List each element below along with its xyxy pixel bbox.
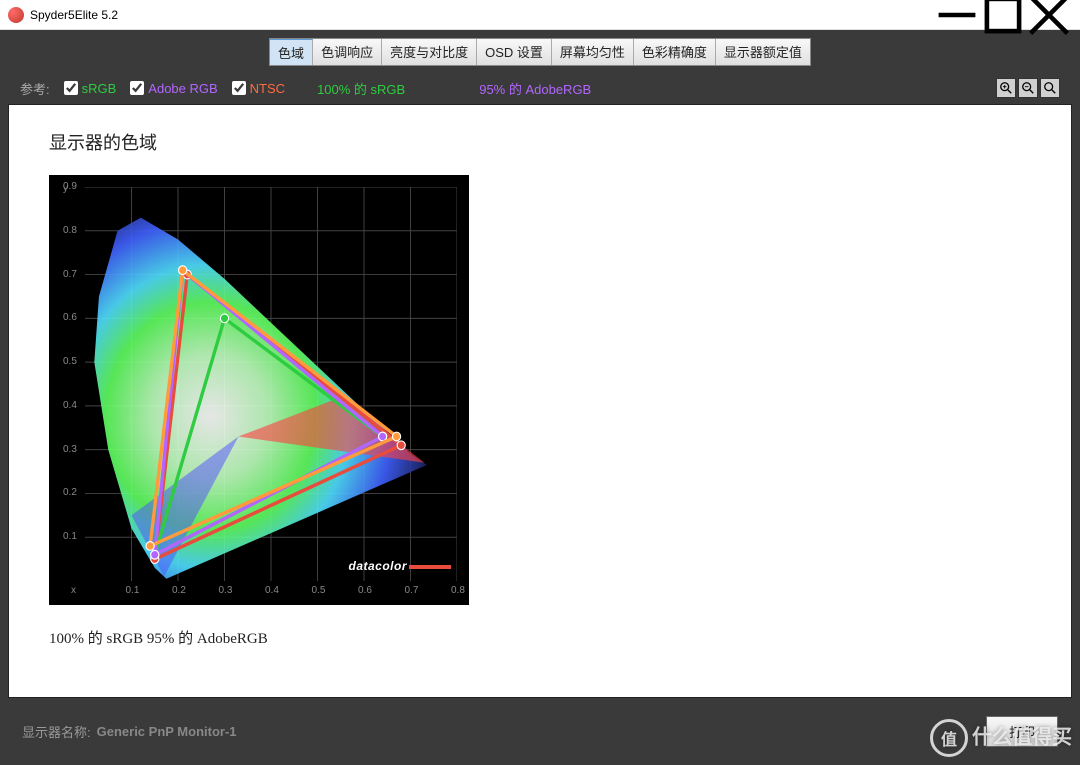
zoom-controls	[996, 78, 1060, 98]
options-bar: 参考: sRGB Adobe RGB NTSC 100% 的 sRGB 95% …	[8, 72, 1072, 104]
reference-label: 参考:	[20, 79, 50, 98]
tab-6[interactable]: 显示器额定值	[716, 39, 810, 65]
x-tick: 0.7	[405, 585, 419, 596]
footer: 显示器名称: Generic PnP Monitor-1 打印	[8, 706, 1072, 757]
maximize-button[interactable]	[980, 0, 1026, 30]
tabs-row: 色域色调响应亮度与对比度OSD 设置屏幕均匀性色彩精确度显示器额定值	[8, 38, 1072, 66]
tab-5[interactable]: 色彩精确度	[634, 39, 716, 65]
tabs: 色域色调响应亮度与对比度OSD 设置屏幕均匀性色彩精确度显示器额定值	[269, 38, 811, 66]
section-title: 显示器的色域	[49, 129, 1031, 155]
app-icon	[8, 7, 24, 23]
tab-0[interactable]: 色域	[270, 39, 313, 65]
x-tick: 0.3	[219, 585, 233, 596]
zoom-fit-button[interactable]	[1040, 78, 1060, 98]
print-button[interactable]: 打印	[986, 716, 1058, 747]
srgb-label: sRGB	[82, 81, 117, 96]
close-button[interactable]	[1026, 0, 1072, 30]
zoom-out-button[interactable]	[1018, 78, 1038, 98]
srgb-coverage-stat: 100% 的 sRGB	[317, 79, 405, 98]
adobe-checkbox[interactable]: Adobe RGB	[130, 81, 217, 96]
x-tick: 0.8	[451, 585, 465, 596]
summary-text: 100% 的 sRGB 95% 的 AdobeRGB	[49, 627, 1031, 648]
x-tick: 0.4	[265, 585, 279, 596]
x-tick: 0.5	[312, 585, 326, 596]
minimize-button[interactable]	[934, 0, 980, 30]
tab-4[interactable]: 屏幕均匀性	[552, 39, 634, 65]
x-tick: 0.2	[172, 585, 186, 596]
srgb-checkbox[interactable]: sRGB	[64, 81, 117, 96]
brand-watermark: datacolor	[348, 559, 451, 573]
tab-2[interactable]: 亮度与对比度	[382, 39, 477, 65]
ntsc-checkbox-input[interactable]	[232, 81, 246, 95]
content-pane: 显示器的色域 datacolor 0.1 0.2 0.3 0.4 0.5 0.6 0.7 0.…	[8, 104, 1072, 698]
monitor-name-value: Generic PnP Monitor-1	[97, 724, 237, 739]
ntsc-label: NTSC	[250, 81, 285, 96]
y-tick: 0.2	[63, 487, 77, 498]
x-tick: 0.1	[126, 585, 140, 596]
y-tick: 0.7	[63, 269, 77, 280]
y-tick: 0.4	[63, 400, 77, 411]
y-tick: 0.5	[63, 356, 77, 367]
y-tick: 0.3	[63, 444, 77, 455]
window-controls	[934, 0, 1072, 30]
app-body: 色域色调响应亮度与对比度OSD 设置屏幕均匀性色彩精确度显示器额定值 参考: s…	[0, 30, 1080, 765]
chart-svg	[85, 187, 457, 581]
tab-3[interactable]: OSD 设置	[477, 39, 552, 65]
adobe-coverage-stat: 95% 的 AdobeRGB	[479, 79, 591, 98]
window-title: Spyder5Elite 5.2	[30, 8, 934, 22]
window-titlebar: Spyder5Elite 5.2	[0, 0, 1080, 30]
x-tick: 0.6	[358, 585, 372, 596]
content-scroll[interactable]: 显示器的色域 datacolor 0.1 0.2 0.3 0.4 0.5 0.6 0.7 0.…	[9, 105, 1071, 697]
y-tick: 0.6	[63, 312, 77, 323]
zoom-in-button[interactable]	[996, 78, 1016, 98]
srgb-checkbox-input[interactable]	[64, 81, 78, 95]
adobe-checkbox-input[interactable]	[130, 81, 144, 95]
monitor-name-label: 显示器名称:	[22, 722, 91, 741]
adobe-label: Adobe RGB	[148, 81, 217, 96]
y-tick: 0.8	[63, 225, 77, 236]
gamut-chart: datacolor 0.1 0.2 0.3 0.4 0.5 0.6 0.7 0.8 0.1 0.2…	[49, 175, 469, 605]
tab-1[interactable]: 色调响应	[313, 39, 382, 65]
ntsc-checkbox[interactable]: NTSC	[232, 81, 285, 96]
y-tick: 0.1	[63, 531, 77, 542]
